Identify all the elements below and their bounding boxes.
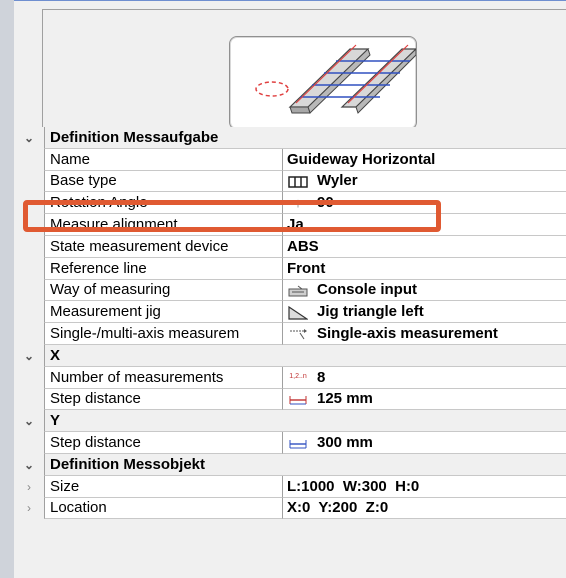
step-distance-icon (287, 391, 309, 406)
property-row-way-of-measuring[interactable]: Way of measuring Console input (14, 279, 566, 302)
expand-chevron-icon[interactable]: ⌄ (14, 345, 44, 367)
category-label: Y (44, 410, 566, 433)
property-row-name[interactable]: Name Guideway Horizontal (14, 148, 566, 171)
expand-arrow-icon[interactable]: › (14, 498, 44, 520)
expand-chevron-icon[interactable]: ⌄ (14, 454, 44, 476)
property-label: Step distance (44, 388, 282, 411)
property-row-number-of-measurements[interactable]: Number of measurements 1,2..n 8 (14, 366, 566, 389)
jig-triangle-icon (287, 304, 309, 320)
property-rows: ⌄ Definition Messaufgabe Name Guideway H… (14, 127, 566, 520)
property-label: Name (44, 148, 282, 171)
property-value-with-icon[interactable]: 1,2..n 8 (282, 366, 566, 389)
preview-area (42, 9, 566, 130)
property-label: Measure alignment (44, 214, 282, 236)
category-y[interactable]: ⌄ Y (14, 410, 566, 433)
property-label: Rotation Angle (44, 192, 282, 215)
step-distance-x-value: 125 mm (317, 390, 373, 408)
step-distance-y-value: 300 mm (317, 434, 373, 452)
property-row-reference-line[interactable]: Reference line Front (14, 257, 566, 280)
property-value-with-icon[interactable]: 300 mm (282, 432, 566, 454)
property-value-with-icon[interactable]: ↑ 90 (282, 192, 566, 215)
number-of-measurements-value: 8 (317, 368, 326, 386)
counter-icon: 1,2..n (289, 373, 307, 381)
property-row-step-distance-y[interactable]: Step distance 300 mm (14, 432, 566, 454)
category-definition-messobjekt[interactable]: ⌄ Definition Messobjekt (14, 453, 566, 476)
property-row-measure-alignment[interactable]: Measure alignment Ja (14, 214, 566, 236)
category-label: Definition Messaufgabe (44, 127, 566, 149)
category-x[interactable]: ⌄ X (14, 344, 566, 367)
property-value-with-icon[interactable]: Wyler (282, 170, 566, 193)
base-type-value: Wyler (317, 172, 358, 190)
way-of-measuring-value: Console input (317, 281, 417, 299)
property-label: Measurement jig (44, 301, 282, 324)
property-value[interactable]: Front (282, 257, 566, 280)
property-row-state-measurement-device[interactable]: State measurement device ABS (14, 235, 566, 258)
property-label: State measurement device (44, 235, 282, 258)
property-value-with-icon[interactable]: Console input (282, 279, 566, 302)
axis-mode-value: Single-axis measurement (317, 325, 498, 343)
category-label: Definition Messobjekt (44, 453, 566, 476)
console-icon (287, 282, 309, 297)
rotation-angle-value: 90 (317, 194, 334, 212)
category-definition-messaufgabe[interactable]: ⌄ Definition Messaufgabe (14, 127, 566, 149)
property-row-size[interactable]: › Size L:1000 W:300 H:0 (14, 475, 566, 498)
left-gutter-strip (0, 0, 14, 578)
property-row-rotation-angle[interactable]: Rotation Angle ↑ 90 (14, 192, 566, 215)
property-label: Single-/multi-axis measurem (44, 323, 282, 345)
expand-chevron-icon[interactable]: ⌄ (14, 410, 44, 432)
property-value-with-icon[interactable]: Jig triangle left (282, 301, 566, 324)
property-label: Base type (44, 170, 282, 193)
property-row-axis-mode[interactable]: Single-/multi-axis measurem Single-axis … (14, 323, 566, 345)
property-value-with-icon[interactable]: 125 mm (282, 388, 566, 411)
base-type-icon (287, 173, 309, 188)
property-value-with-icon[interactable]: Single-axis measurement (282, 323, 566, 345)
property-value[interactable]: X:0 Y:200 Z:0 (282, 497, 566, 520)
property-value[interactable]: Guideway Horizontal (282, 148, 566, 171)
property-row-base-type[interactable]: Base type Wyler (14, 170, 566, 193)
property-label: Size (44, 475, 282, 498)
property-value[interactable]: ABS (282, 235, 566, 258)
expand-chevron-icon[interactable]: ⌄ (14, 127, 44, 149)
measurement-jig-value: Jig triangle left (317, 303, 424, 321)
property-row-measurement-jig[interactable]: Measurement jig Jig triangle left (14, 301, 566, 324)
measurement-preview-image (229, 36, 417, 130)
property-label: Reference line (44, 257, 282, 280)
category-label: X (44, 344, 566, 367)
property-value[interactable]: L:1000 W:300 H:0 (282, 475, 566, 498)
property-value[interactable]: Ja (282, 214, 566, 236)
property-label: Step distance (44, 432, 282, 454)
step-distance-icon (287, 435, 309, 450)
property-row-location[interactable]: › Location X:0 Y:200 Z:0 (14, 497, 566, 520)
single-axis-icon (287, 326, 309, 342)
arrow-up-icon: ↑ (294, 195, 302, 211)
property-label: Location (44, 497, 282, 520)
property-label: Way of measuring (44, 279, 282, 302)
expand-arrow-icon[interactable]: › (14, 476, 44, 498)
property-row-step-distance-x[interactable]: Step distance 125 mm (14, 388, 566, 411)
property-label: Number of measurements (44, 366, 282, 389)
